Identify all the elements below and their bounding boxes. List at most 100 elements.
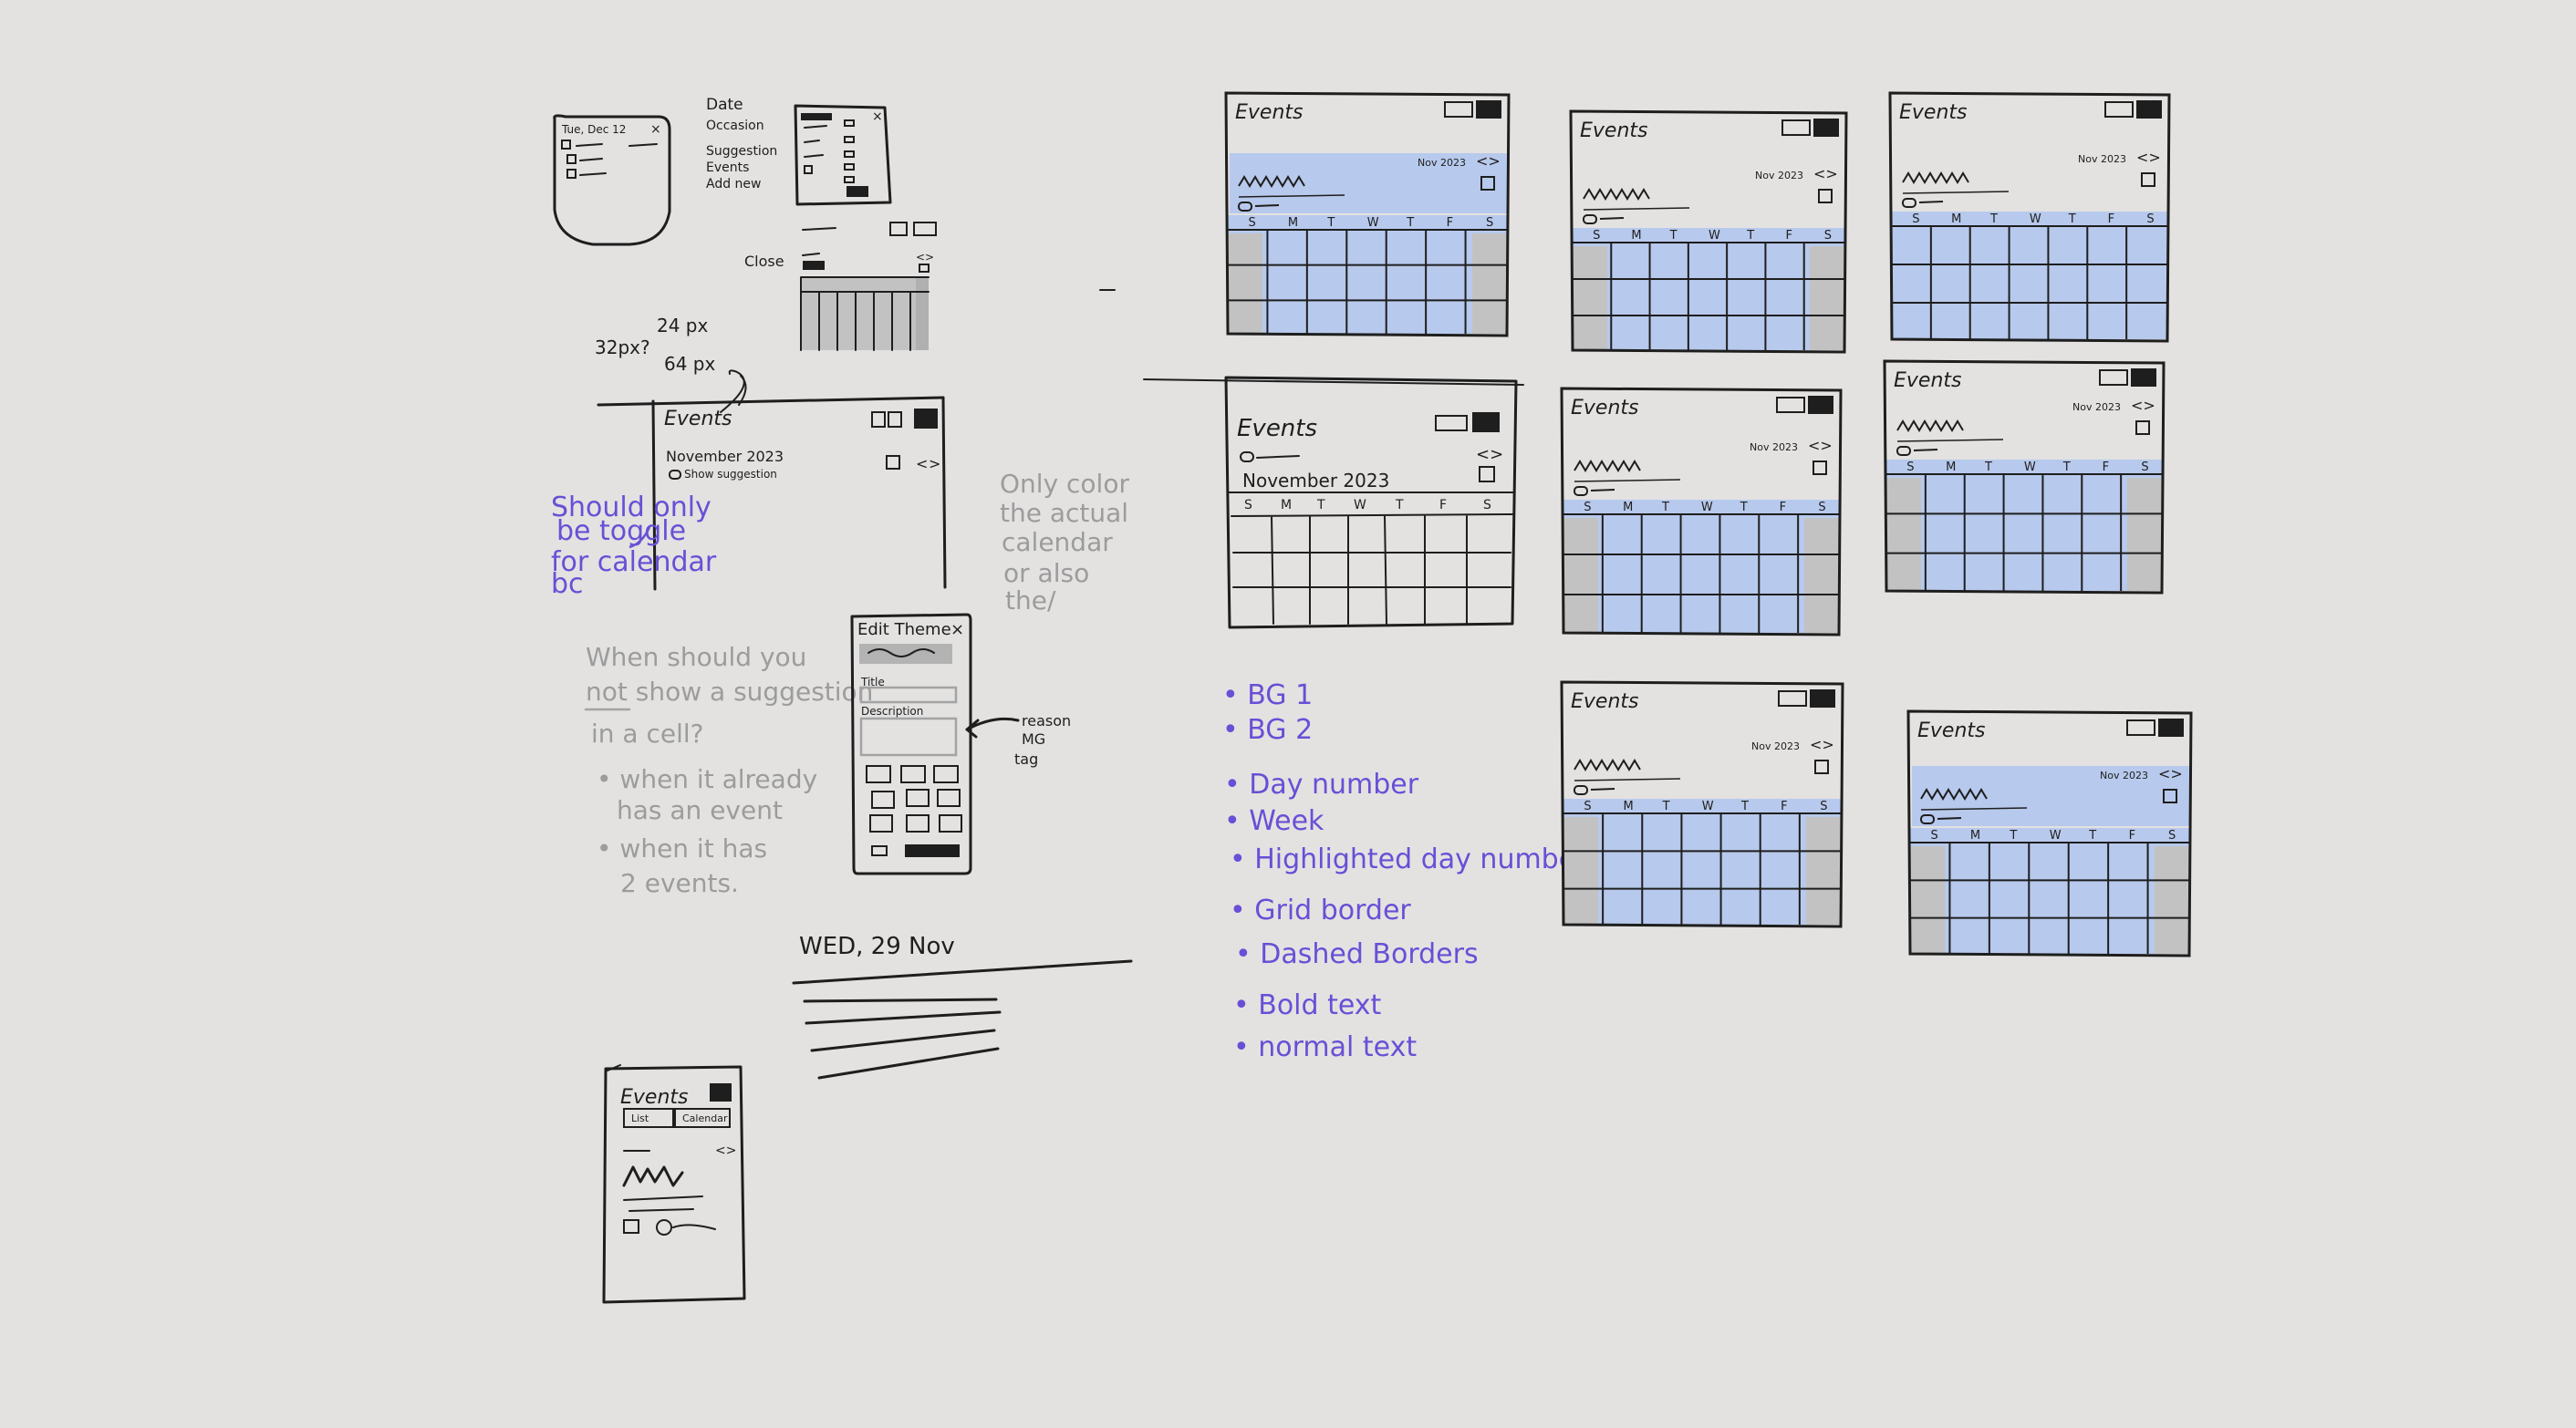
- calendar-variant: Events Nov 2023 <> S M T W T F S: [1560, 680, 1844, 928]
- saturday-column-fill: [2127, 478, 2162, 591]
- weekday: W: [1367, 216, 1379, 230]
- variant-month: Nov 2023: [1751, 740, 1800, 752]
- theme-icon: [886, 455, 900, 470]
- grey-note-line-5: the/: [1005, 585, 1056, 616]
- calendar-variants: Events Nov 2023 <> S M T W T F S Events Nov 2023 <> S…: [1224, 91, 2193, 957]
- scribble-line: [1574, 479, 1681, 482]
- color-list-item: • Day number: [1224, 769, 1419, 801]
- weekday: F: [1781, 800, 1787, 813]
- scribble-heading: [1902, 171, 1969, 184]
- weekday: M: [1970, 829, 1980, 843]
- color-list-item: • Highlighted day number: [1230, 843, 1587, 875]
- weekday: S: [1248, 216, 1255, 230]
- color-list: • BG 1 • BG 2 • Day number • Week • High…: [1222, 679, 1587, 1063]
- arrow-note-line-2: MG: [1022, 730, 1045, 748]
- px-note-64: 64 px: [664, 353, 716, 375]
- color-list-item: • Grid border: [1230, 895, 1411, 926]
- menu-item-events: Events: [706, 160, 749, 175]
- view-toggle-active-icon: [1808, 396, 1833, 414]
- weekday: S: [2141, 460, 2148, 474]
- weekday: S: [1584, 800, 1591, 813]
- weekday: M: [1631, 229, 1641, 243]
- scribble-heading: [1574, 759, 1641, 771]
- mobile-sketch: Events List Calendar <>: [602, 1064, 746, 1304]
- variant-month: Nov 2023: [1750, 441, 1798, 453]
- weekday: S: [1930, 829, 1937, 843]
- view-toggle-icon: [1444, 101, 1473, 118]
- view-toggle-icon: [1776, 397, 1805, 413]
- arrow-note-line-1: reason: [1022, 712, 1071, 730]
- grey-note-line-3: calendar: [1002, 527, 1113, 557]
- sunday-column-fill: [1563, 518, 1598, 633]
- theme-icon: [1479, 466, 1495, 482]
- weekday: S: [1486, 216, 1493, 230]
- variant-title: Events: [1894, 369, 1962, 392]
- weekday: T: [1395, 498, 1404, 512]
- view-toggle-icon: [2104, 101, 2134, 118]
- sunday-column-fill: [1563, 817, 1598, 925]
- color-list-item: • BG 1: [1222, 679, 1313, 711]
- menu-item-add-new: Add new: [706, 177, 762, 191]
- weekday: F: [2108, 212, 2114, 226]
- weekday: S: [1824, 229, 1832, 243]
- weekday: T: [1740, 800, 1749, 813]
- big-calendar-weekday-row: S M T W T F S: [1244, 498, 1491, 512]
- sunday-column-fill: [1573, 246, 1607, 350]
- weekday: M: [1623, 501, 1633, 514]
- question-line-7: 2 events.: [620, 868, 739, 898]
- calendar-variant: Events Nov 2023 <> S M T W T F S: [1906, 709, 2193, 957]
- view-toggle-icon: [1778, 690, 1807, 707]
- toggle-label: Show suggestion: [684, 468, 777, 481]
- sunday-column-fill: [1228, 233, 1262, 334]
- nav-arrows-icon: <>: [2158, 765, 2183, 782]
- nav-arrows-icon: <>: [1813, 165, 1838, 182]
- sunday-column-fill: [1886, 478, 1921, 591]
- variant-month: Nov 2023: [1418, 157, 1466, 169]
- weekday: S: [1818, 501, 1825, 514]
- toggle-icon: [1574, 486, 1588, 496]
- weekday: S: [1593, 229, 1600, 243]
- grey-note-line-4: or also: [1003, 558, 1089, 588]
- scribble-line: [1896, 439, 2004, 442]
- weekday: M: [1281, 498, 1292, 512]
- weekday: S: [2146, 212, 2154, 226]
- saturday-column-fill: [1806, 817, 1841, 925]
- variant-month: Nov 2023: [2100, 770, 2148, 781]
- calendar-variant: Events Nov 2023 <> S M T W T F S: [1560, 387, 1843, 636]
- mobile-title: Events: [620, 1086, 689, 1109]
- weekday: W: [1709, 229, 1720, 243]
- question-line-3: in a cell?: [591, 719, 704, 749]
- weekday: S: [1244, 498, 1252, 512]
- view-toggle-active-icon: [2131, 368, 2156, 387]
- variant-title: Events: [1580, 119, 1648, 142]
- big-calendar-sketch: Events <> November 2023 S M T W T F S: [1224, 376, 1518, 629]
- variant-title: Events: [1571, 690, 1639, 713]
- menu-item-date: Date: [706, 96, 743, 114]
- weekday: M: [1624, 800, 1634, 813]
- saturday-column-fill: [1804, 518, 1839, 633]
- weekday: T: [1326, 216, 1335, 230]
- color-list-item: • normal text: [1233, 1031, 1417, 1063]
- scribble-heading: [1574, 460, 1641, 472]
- big-calendar-title: Events: [1237, 415, 1317, 442]
- toggle-label-scribble: [1254, 204, 1280, 207]
- weekday: T: [1316, 498, 1325, 512]
- date-popup-sketch: Tue, Dec 12 ×: [553, 114, 671, 246]
- view-toggle-active-icon: [2158, 719, 2184, 737]
- variant-month: Nov 2023: [2072, 401, 2121, 413]
- close-label: Close: [744, 253, 784, 270]
- weekday: F: [1439, 498, 1447, 512]
- scribble-line: [1574, 778, 1681, 781]
- variant-title: Events: [1571, 397, 1639, 419]
- calendar-variant: Events Nov 2023 <> S M T W T F S: [1224, 91, 1511, 337]
- weekday: W: [1701, 501, 1713, 514]
- saturday-column-fill: [2155, 846, 2189, 954]
- toggle-icon: [1583, 214, 1597, 224]
- view-toggle-active-icon: [1813, 119, 1839, 137]
- variant-month: Nov 2023: [2078, 153, 2126, 165]
- weekday: T: [1661, 501, 1669, 514]
- color-list-item: • Week: [1224, 805, 1324, 837]
- toggle-label-scribble: [1599, 217, 1625, 220]
- variant-title: Events: [1235, 101, 1304, 124]
- weekday: W: [1702, 800, 1714, 813]
